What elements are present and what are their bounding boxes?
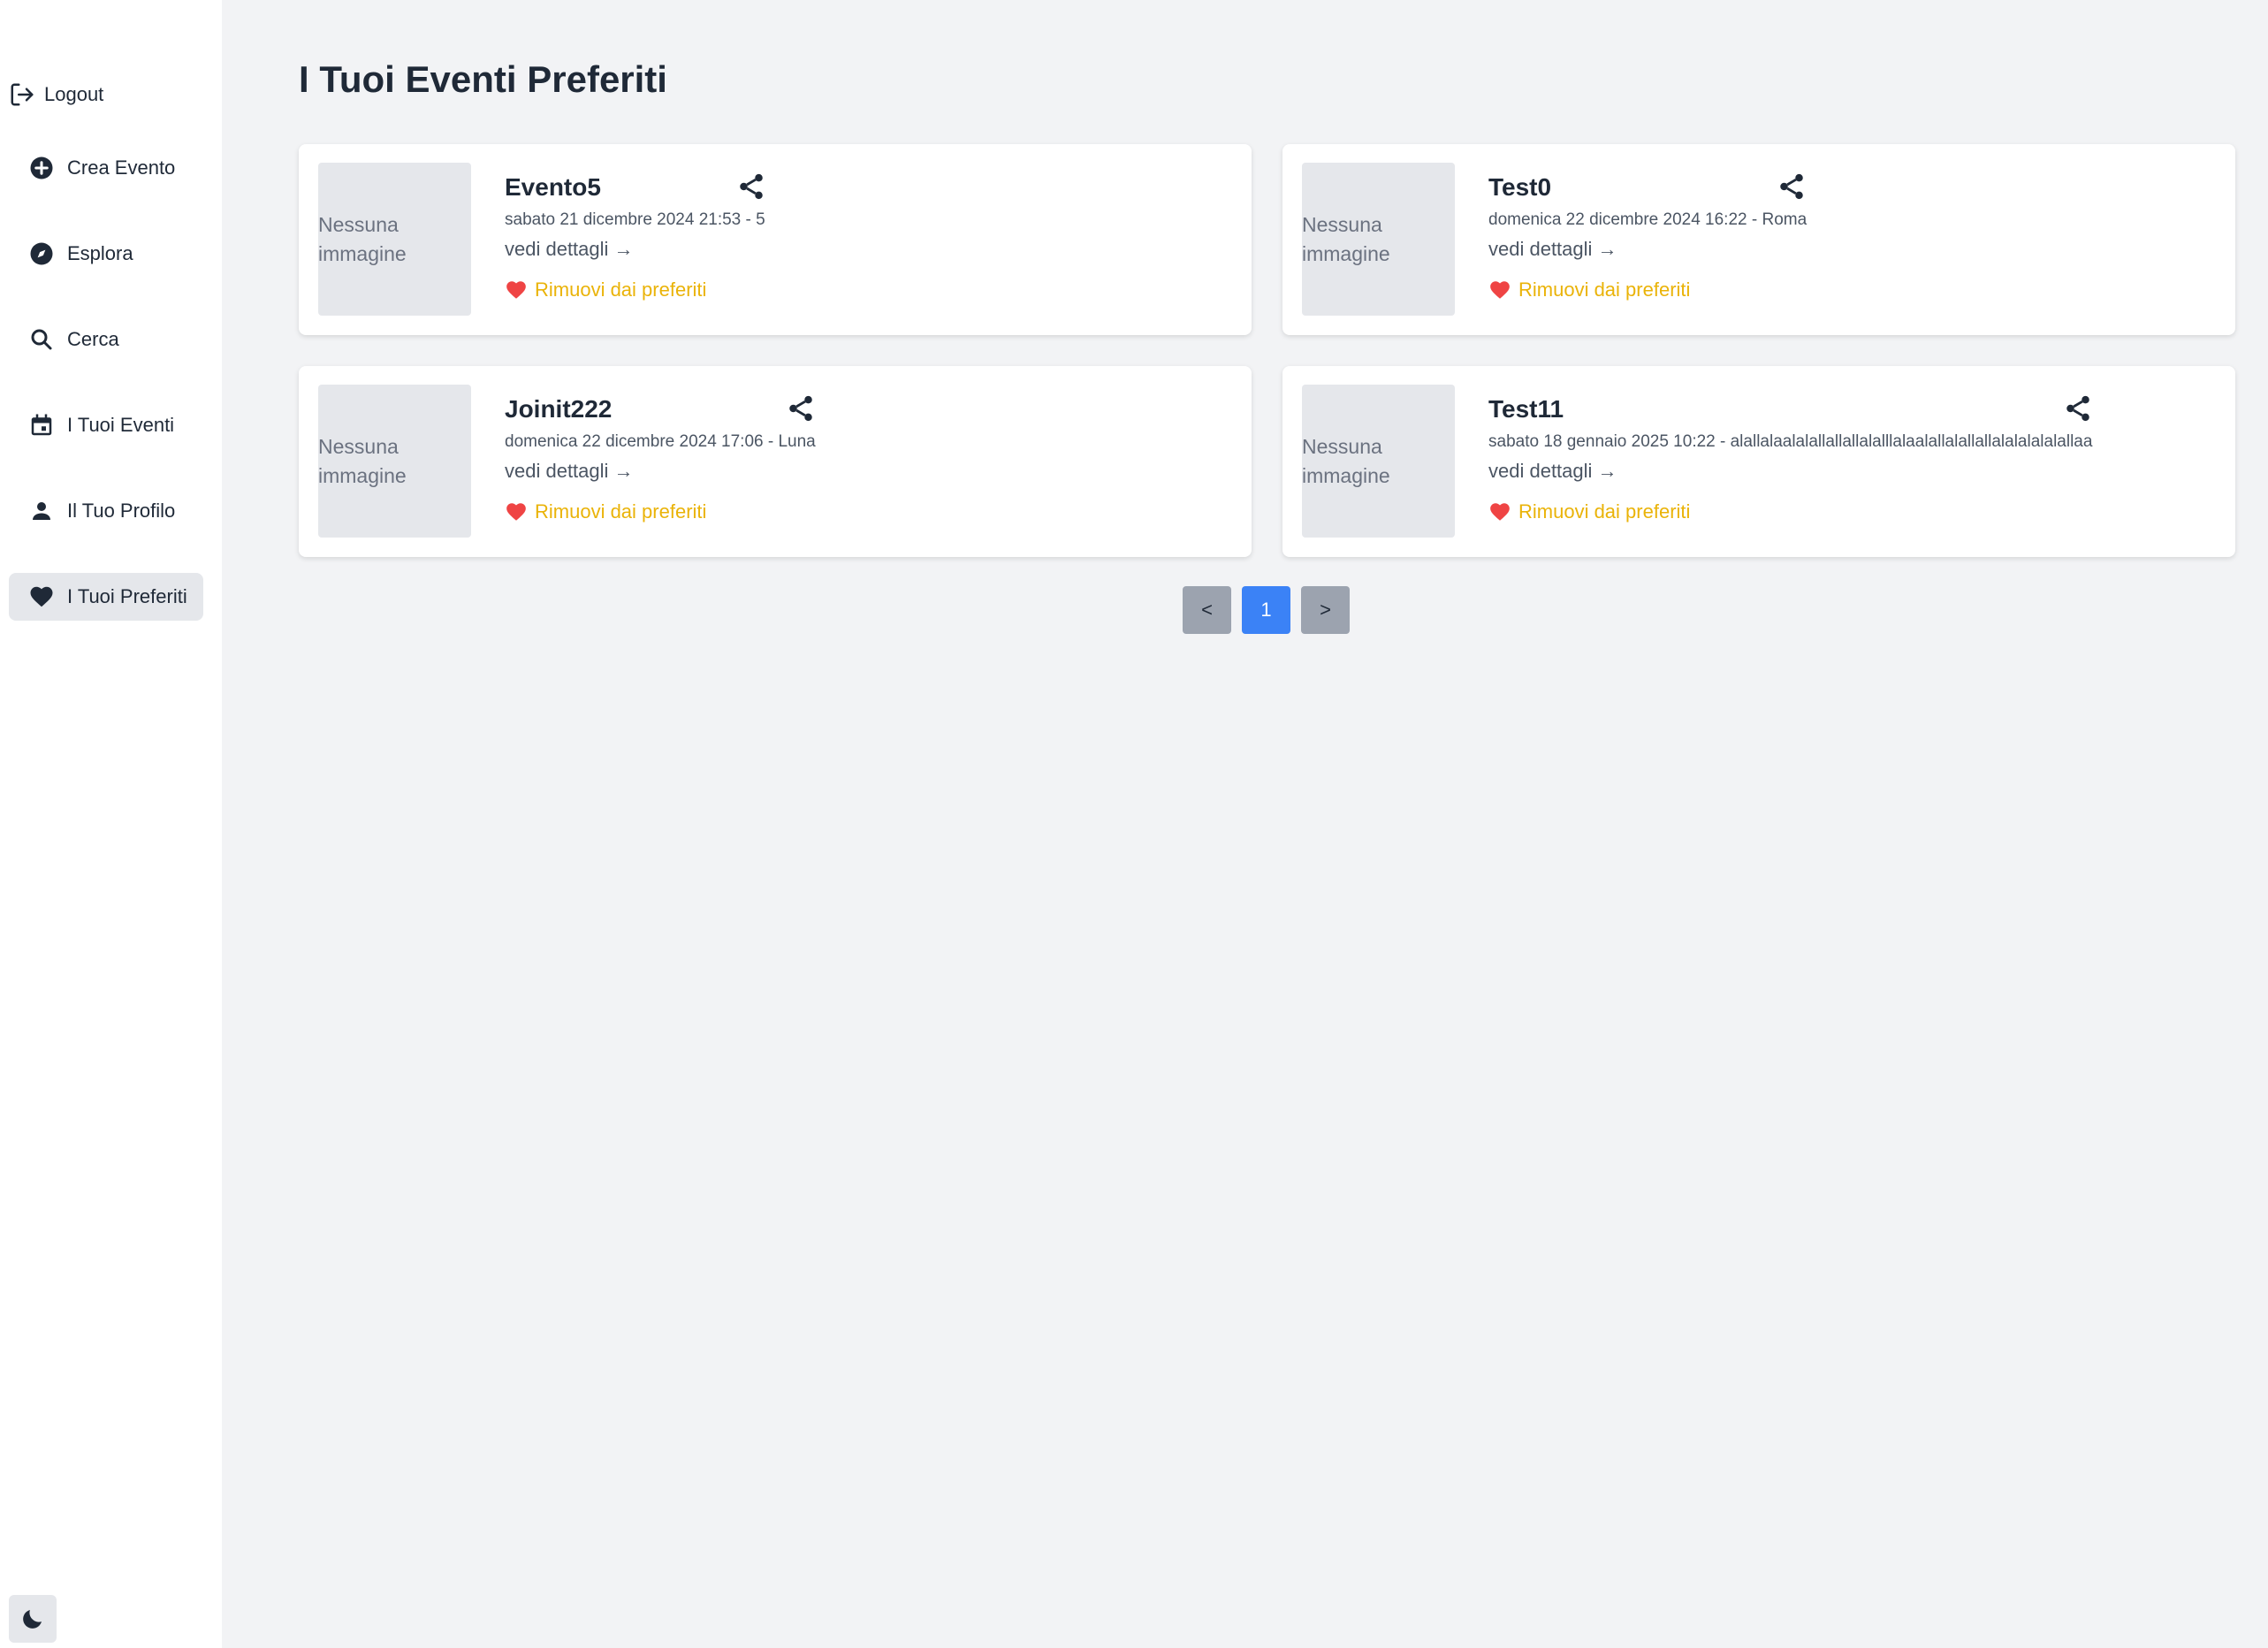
moon-icon (23, 1610, 42, 1629)
event-card: Nessuna immagine Joinit222 domenica 22 d… (299, 366, 1252, 557)
event-meta: sabato 21 dicembre 2024 21:53 - 5 (505, 210, 765, 229)
event-info: Test11 sabato 18 gennaio 2025 10:22 - al… (1488, 385, 2092, 538)
event-info: Test0 domenica 22 dicembre 2024 16:22 - … (1488, 163, 1807, 317)
heart-icon (506, 503, 526, 521)
share-icon[interactable] (786, 393, 816, 423)
details-link[interactable]: vedi dettagli → (1488, 460, 2092, 483)
logout-label: Logout (44, 83, 104, 105)
sidebar-item-i-tuoi-preferiti[interactable]: I Tuoi Preferiti (9, 573, 203, 621)
event-card: Nessuna immagine Test0 domenica 22 dicem… (1282, 144, 2235, 335)
event-title: Evento5 (505, 173, 601, 201)
sidebar-item-label: Il Tuo Profilo (67, 500, 176, 522)
heart-icon (30, 586, 53, 607)
event-title: Test11 (1488, 395, 1564, 423)
prev-page-button[interactable]: < (1183, 586, 1231, 634)
event-info: Joinit222 domenica 22 dicembre 2024 17:0… (505, 385, 816, 538)
event-card: Nessuna immagine Evento5 sabato 21 dicem… (299, 144, 1252, 335)
sidebar-item-i-tuoi-eventi[interactable]: I Tuoi Eventi (9, 401, 203, 449)
details-link[interactable]: vedi dettagli → (505, 460, 816, 483)
sidebar-nav: Crea Evento Esplora Cerca I Tuoi Eventi … (9, 144, 203, 659)
main-content: I Tuoi Eventi Preferiti Nessuna immagine… (222, 0, 2268, 1648)
search-icon (31, 329, 52, 350)
theme-toggle-button[interactable] (9, 1595, 57, 1643)
next-page-button[interactable]: > (1301, 586, 1350, 634)
sidebar-item-esplora[interactable]: Esplora (9, 230, 203, 278)
sidebar-item-label: I Tuoi Eventi (67, 414, 175, 436)
app-root: Logout Crea Evento Esplora Cerca I Tuoi … (0, 0, 2268, 1648)
event-info: Evento5 sabato 21 dicembre 2024 21:53 - … (505, 163, 765, 317)
share-icon[interactable] (736, 172, 766, 202)
sidebar: Logout Crea Evento Esplora Cerca I Tuoi … (0, 0, 222, 1648)
calendar-icon (31, 414, 52, 436)
event-meta: sabato 18 gennaio 2025 10:22 - alallalaa… (1488, 432, 2093, 451)
event-image-placeholder: Nessuna immagine (1302, 163, 1455, 316)
event-image-placeholder: Nessuna immagine (318, 163, 471, 316)
remove-favorite-button[interactable]: Rimuovi dai preferiti (1488, 500, 2092, 523)
sidebar-item-label: Cerca (67, 328, 119, 350)
event-card: Nessuna immagine Test11 sabato 18 gennai… (1282, 366, 2235, 557)
event-meta: domenica 22 dicembre 2024 16:22 - Roma (1488, 210, 1808, 229)
remove-favorite-label: Rimuovi dai preferiti (535, 500, 707, 523)
event-image-placeholder: Nessuna immagine (1302, 385, 1455, 538)
person-icon (33, 502, 50, 520)
sidebar-item-label: I Tuoi Preferiti (67, 585, 187, 607)
event-meta: domenica 22 dicembre 2024 17:06 - Luna (505, 432, 816, 451)
sidebar-item-label: Crea Evento (67, 156, 176, 179)
logout-button[interactable]: Logout (9, 81, 103, 108)
heart-icon (1490, 281, 1510, 299)
pagination: < 1 > (1183, 586, 1350, 634)
share-icon[interactable] (2063, 393, 2093, 423)
remove-favorite-button[interactable]: Rimuovi dai preferiti (1488, 278, 1807, 301)
page-button-current[interactable]: 1 (1242, 586, 1290, 634)
sidebar-item-label: Esplora (67, 242, 133, 264)
details-link[interactable]: vedi dettagli → (505, 238, 765, 261)
sidebar-item-il-tuo-profilo[interactable]: Il Tuo Profilo (9, 487, 203, 535)
remove-favorite-label: Rimuovi dai preferiti (1518, 500, 1691, 523)
compass-icon (30, 242, 53, 265)
plus-circle-icon (30, 156, 53, 179)
favorites-grid: Nessuna immagine Evento5 sabato 21 dicem… (299, 144, 2237, 557)
remove-favorite-label: Rimuovi dai preferiti (535, 278, 707, 301)
event-title: Joinit222 (505, 395, 613, 423)
remove-favorite-button[interactable]: Rimuovi dai preferiti (505, 500, 816, 523)
sidebar-item-cerca[interactable]: Cerca (9, 316, 203, 363)
remove-favorite-label: Rimuovi dai preferiti (1518, 278, 1691, 301)
logout-icon (11, 83, 34, 106)
heart-icon (1490, 503, 1510, 521)
heart-icon (506, 281, 526, 299)
remove-favorite-button[interactable]: Rimuovi dai preferiti (505, 278, 765, 301)
share-icon[interactable] (1777, 172, 1807, 202)
page-title: I Tuoi Eventi Preferiti (299, 58, 667, 100)
details-link[interactable]: vedi dettagli → (1488, 238, 1807, 261)
event-image-placeholder: Nessuna immagine (318, 385, 471, 538)
sidebar-item-crea-evento[interactable]: Crea Evento (9, 144, 203, 192)
event-title: Test0 (1488, 173, 1552, 201)
